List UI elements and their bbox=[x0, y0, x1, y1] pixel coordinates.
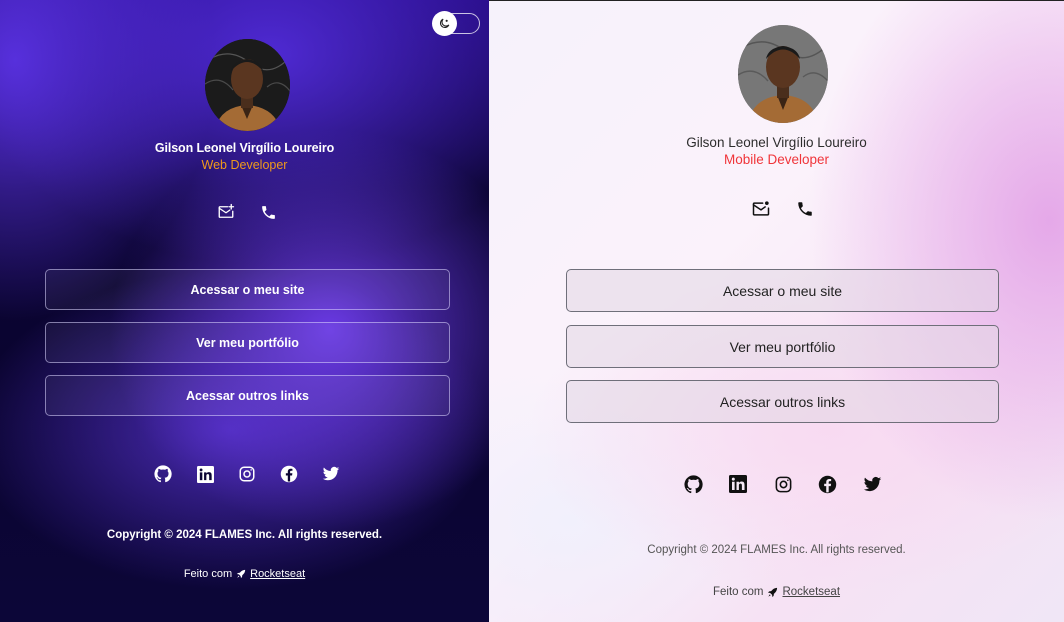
mail-icon bbox=[752, 201, 770, 216]
profile-role: Web Developer bbox=[201, 158, 288, 172]
other-links-button[interactable]: Acessar outros links bbox=[566, 380, 999, 423]
instagram-link[interactable] bbox=[772, 473, 794, 495]
theme-toggle-knob[interactable] bbox=[432, 11, 457, 36]
profile-name: Gilson Leonel Virgílio Loureiro bbox=[154, 141, 335, 155]
visit-site-button[interactable]: Acessar o meu site bbox=[566, 269, 999, 312]
facebook-icon bbox=[818, 475, 836, 493]
button-label: Acessar outros links bbox=[186, 388, 309, 403]
facebook-link[interactable] bbox=[816, 473, 838, 495]
linkedin-link[interactable] bbox=[195, 464, 215, 484]
button-label: Acessar outros links bbox=[719, 393, 846, 410]
portfolio-button[interactable]: Ver meu portfólio bbox=[45, 322, 450, 363]
github-link[interactable] bbox=[153, 464, 173, 484]
light-theme-preview: Gilson Leonel Virgílio Loureiro Mobile D… bbox=[489, 0, 1064, 622]
github-icon bbox=[154, 465, 172, 483]
profile-photo bbox=[738, 25, 828, 123]
made-with-text: Feito com bbox=[712, 586, 764, 598]
portfolio-button[interactable]: Ver meu portfólio bbox=[566, 325, 999, 368]
button-label: Ver meu portfólio bbox=[729, 338, 836, 355]
facebook-icon bbox=[280, 465, 298, 483]
button-label: Acessar o meu site bbox=[190, 282, 305, 297]
github-icon bbox=[683, 474, 703, 493]
button-label: Ver meu portfólio bbox=[196, 335, 299, 350]
twitter-link[interactable] bbox=[321, 464, 341, 484]
instagram-link[interactable] bbox=[237, 464, 257, 484]
phone-icon bbox=[798, 202, 812, 216]
phone-button[interactable] bbox=[794, 198, 816, 220]
visit-site-button[interactable]: Acessar o meu site bbox=[45, 269, 450, 310]
made-with-text: Feito com bbox=[183, 568, 233, 580]
facebook-link[interactable] bbox=[279, 464, 299, 484]
twitter-link[interactable] bbox=[861, 473, 883, 495]
twitter-icon bbox=[863, 476, 881, 491]
other-links-button[interactable]: Acessar outros links bbox=[45, 375, 450, 416]
rocket-icon bbox=[236, 569, 246, 579]
profile-photo bbox=[205, 39, 290, 131]
rocketseat-link[interactable]: Rocketseat bbox=[250, 568, 305, 580]
linkedin-icon bbox=[196, 465, 214, 483]
instagram-icon bbox=[775, 476, 791, 492]
made-with-line: Feito com Rocketseat bbox=[489, 586, 1064, 598]
copyright-text: Copyright © 2024 FLAMES Inc. All rights … bbox=[647, 544, 906, 556]
theme-toggle[interactable] bbox=[432, 11, 480, 36]
dark-theme-preview: Gilson Leonel Virgílio Loureiro Web Deve… bbox=[0, 0, 489, 622]
linkedin-link[interactable] bbox=[727, 473, 749, 495]
avatar bbox=[738, 25, 828, 123]
avatar bbox=[205, 39, 290, 131]
rocketseat-link[interactable]: Rocketseat bbox=[782, 586, 840, 598]
phone-button[interactable] bbox=[258, 202, 278, 222]
phone-icon bbox=[261, 205, 275, 219]
twitter-icon bbox=[322, 466, 340, 481]
profile-name: Gilson Leonel Virgílio Loureiro bbox=[686, 135, 867, 150]
button-label: Acessar o meu site bbox=[722, 282, 843, 299]
mail-button[interactable] bbox=[750, 198, 772, 220]
instagram-icon bbox=[239, 466, 255, 482]
github-link[interactable] bbox=[682, 473, 704, 495]
linkedin-icon bbox=[729, 475, 747, 493]
moon-sun-icon bbox=[439, 18, 450, 29]
mail-button[interactable] bbox=[216, 202, 236, 222]
copyright-text: Copyright © 2024 FLAMES Inc. All rights … bbox=[106, 529, 383, 541]
mail-icon bbox=[218, 203, 235, 218]
rocket-icon bbox=[768, 587, 778, 597]
profile-role: Mobile Developer bbox=[723, 152, 830, 167]
made-with-line: Feito com Rocketseat bbox=[0, 568, 489, 580]
